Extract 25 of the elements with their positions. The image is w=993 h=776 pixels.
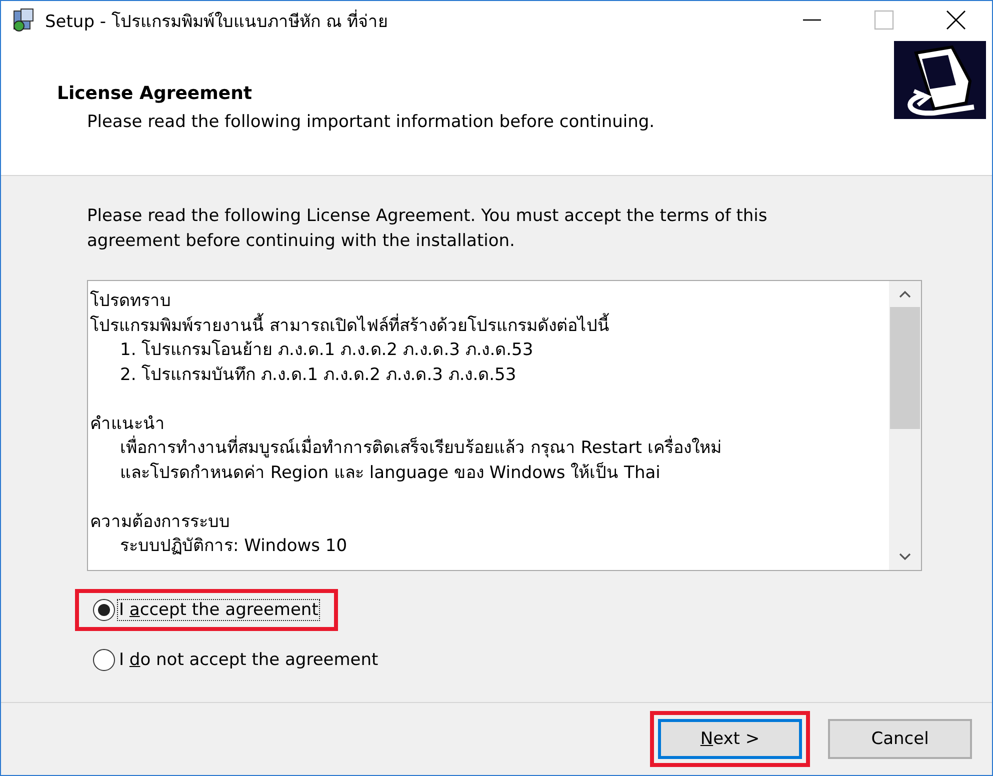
license-line: ความต้องการระบบ [90, 510, 231, 534]
scroll-down-icon[interactable] [898, 552, 912, 562]
license-line: 1. โปรแกรมโอนย้าย ภ.ง.ด.1 ภ.ง.ด.2 ภ.ง.ด.3 ภ.ง.ด.53 [119, 338, 534, 362]
license-line: โปรดทราบ [90, 290, 172, 313]
license-line: เพื่อการทำงานที่สมบูรณ์เมื่อทำการติดเสร็จเรียบร้อยแล้ว กรุณา Restart เครื่องใหม่ [90, 436, 889, 460]
scrollbar-thumb[interactable] [890, 307, 920, 429]
dialog-button[interactable]: Cancel [828, 719, 972, 759]
dialog-button[interactable]: Next > [658, 719, 802, 759]
option-label[interactable]: I accept the agreement [117, 599, 320, 621]
license-line: คำแนะนำ [90, 412, 166, 436]
scrollbar[interactable] [889, 281, 921, 570]
license-line: ระบบปฏิบัติการ: Windows 10 [119, 535, 348, 558]
page-title: License Agreement [57, 83, 254, 104]
scroll-up-icon[interactable] [898, 289, 912, 299]
license-line: 2. โปรแกรมบันทึก ภ.ง.ด.1 ภ.ง.ด.2 ภ.ง.ด.3 ภ.ง.ด.53 [119, 364, 518, 386]
radio-button[interactable] [93, 599, 115, 621]
license-line: และโปรดกำหนดค่า Region และ language ของ Windows ให้เป็น Thai [119, 461, 662, 484]
page-subtitle: Please read the following important information before continuing. [87, 112, 655, 132]
close-icon[interactable] [946, 10, 966, 30]
window-title: Setup - โปรแกรมพิมพ์ใบแนบภาษีหัก ณ ที่จ่าย [45, 8, 390, 34]
instruction-text: Please read the following License Agreement. You must accept the terms of this agreement before continuing with the installation. [87, 205, 768, 253]
license-line: โปรแกรมพิมพ์รายงานนี้ สามารถเปิดไฟล์ที่สร้างด้วยโปรแกรมดังต่อไปนี้ [90, 314, 889, 338]
license-text-area[interactable] [87, 280, 922, 571]
radio-button[interactable] [93, 649, 115, 671]
option-label[interactable]: I do not accept the agreement [117, 649, 380, 671]
